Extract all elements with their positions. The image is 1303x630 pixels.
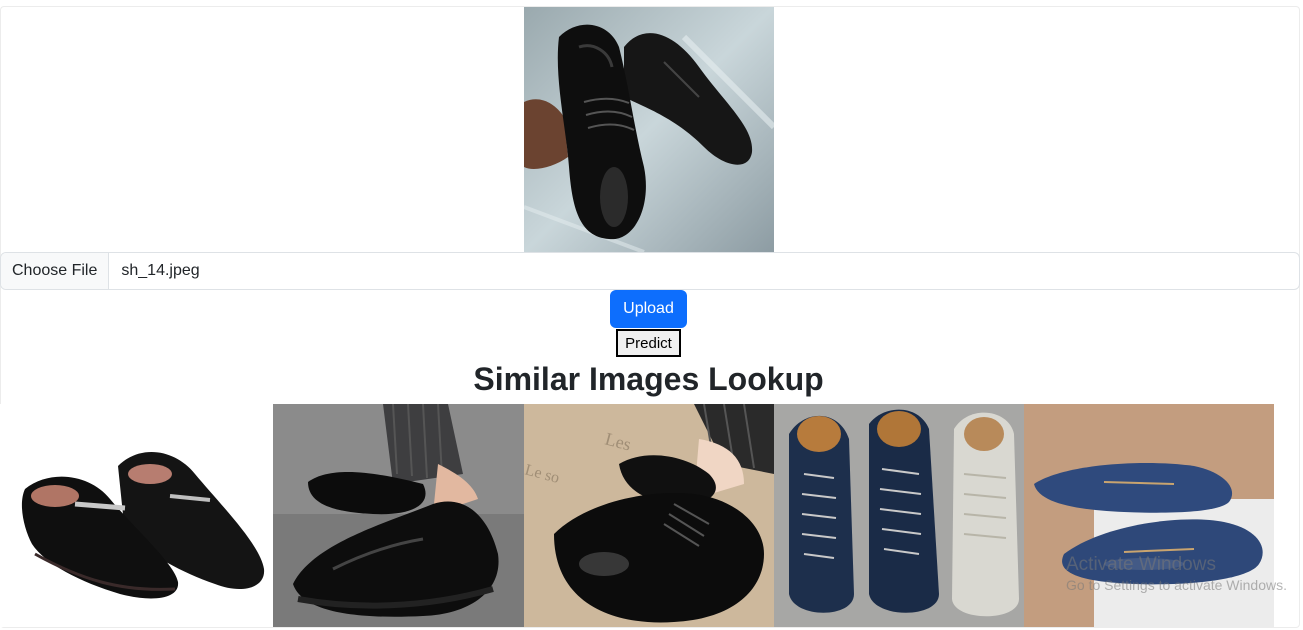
similar-image-3: Les Le so [524,404,774,627]
upload-button[interactable]: Upload [610,290,687,328]
file-input[interactable]: Choose File sh_14.jpeg [0,252,1300,290]
similar-image-5 [1024,404,1274,627]
similar-image-4 [774,404,1024,627]
similar-image-2 [273,404,524,627]
selected-file-name: sh_14.jpeg [121,262,200,279]
similar-image-1 [0,404,273,627]
similar-images-title: Similar Images Lookup [473,361,824,397]
predict-button[interactable]: Predict [616,329,681,357]
choose-file-button[interactable]: Choose File [1,253,110,289]
uploaded-image-preview [524,7,774,252]
